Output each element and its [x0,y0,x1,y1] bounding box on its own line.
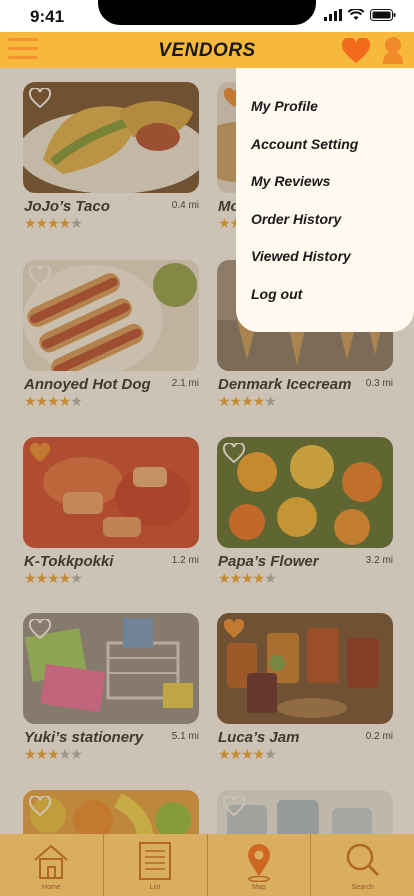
menu-item-viewed-history[interactable]: Viewed History [236,248,414,286]
signal-icon [324,9,342,21]
tab-map[interactable]: Map [208,834,312,896]
tab-search[interactable]: Search [311,834,414,896]
tab-label: List [149,884,161,891]
bottom-tab-bar: Home List Map Search [0,834,414,896]
list-icon [139,842,172,880]
map-pin-icon [247,844,270,882]
home-icon [34,844,69,879]
wifi-icon [348,9,364,20]
tab-home[interactable]: Home [0,834,104,896]
tab-label: Home [42,884,61,891]
tab-label: Map [252,884,266,891]
status-time: 9:41 [30,7,65,26]
menu-item-my-profile[interactable]: My Profile [236,98,414,136]
app-header: VENDORS [0,32,414,68]
device-notch [98,0,316,25]
user-profile-icon[interactable] [382,36,404,64]
menu-item-my-reviews[interactable]: My Reviews [236,173,414,211]
tab-list[interactable]: List [104,834,208,896]
profile-dropdown-menu: My Profile Account Setting My Reviews Or… [236,68,414,332]
menu-item-log-out[interactable]: Log out [236,286,414,324]
search-icon [346,843,379,877]
favorites-heart-icon[interactable] [341,38,371,64]
menu-item-order-history[interactable]: Order History [236,211,414,249]
status-bar: 9:41 [0,0,414,32]
battery-icon [370,9,396,21]
tab-label: Search [351,884,374,891]
menu-item-account-setting[interactable]: Account Setting [236,136,414,174]
status-icons [324,9,396,21]
